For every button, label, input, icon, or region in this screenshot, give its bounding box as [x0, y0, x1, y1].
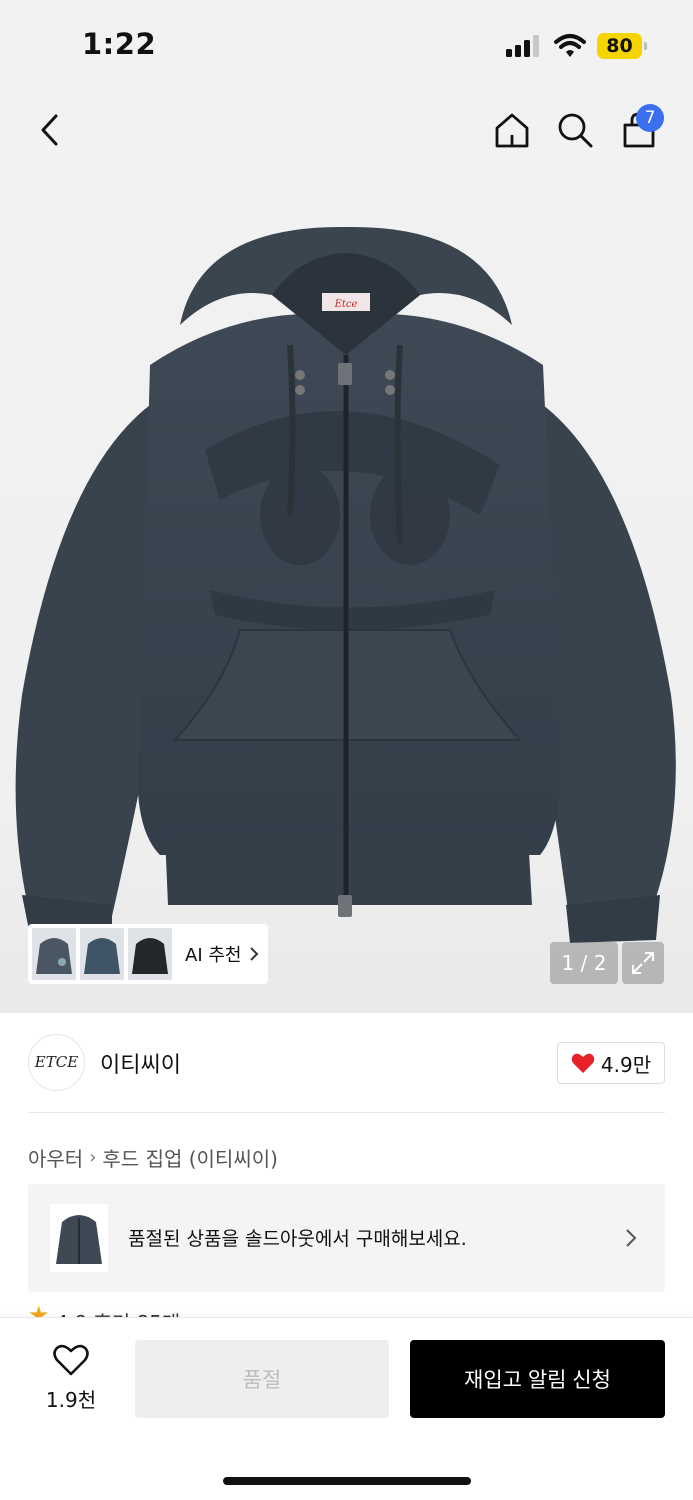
cart-count-badge: 7 [636, 104, 664, 132]
expand-icon [632, 952, 654, 974]
top-nav [0, 100, 693, 160]
brand-name[interactable]: 이티씨이 [100, 1047, 181, 1079]
home-icon [495, 113, 529, 148]
search-icon [558, 113, 593, 148]
ai-recommend-strip[interactable]: AI 추천 [28, 924, 268, 984]
signal-icon [506, 35, 542, 57]
breadcrumb-item[interactable]: 아우터 [28, 1143, 83, 1172]
battery-icon: 80 [597, 33, 647, 59]
ai-recommend-label: AI 추천 [185, 945, 242, 966]
status-time: 1:22 [82, 27, 157, 61]
wishlist-count: 1.9천 [45, 1388, 97, 1412]
soldout-banner[interactable]: 품절된 상품을 솔드아웃에서 구매해보세요. [28, 1184, 665, 1292]
heart-icon [53, 1344, 89, 1376]
wishlist-button[interactable]: 1.9천 [30, 1344, 112, 1414]
brand-like-button[interactable]: 4.9만 [557, 1042, 665, 1084]
chevron-right-icon [626, 1229, 637, 1247]
back-button[interactable] [28, 108, 72, 152]
heart-filled-icon [571, 1053, 595, 1073]
wifi-icon [554, 33, 586, 59]
home-indicator [223, 1477, 471, 1485]
status-bar: 1:22 80 [0, 0, 693, 90]
brand-logo[interactable]: ETCE [28, 1034, 85, 1091]
recommend-thumb[interactable] [80, 928, 124, 980]
chevron-left-icon [41, 114, 58, 146]
battery-level: 80 [597, 33, 642, 59]
svg-text:Etce: Etce [334, 299, 358, 310]
breadcrumb-item[interactable]: 후드 집업 (이티씨이) [102, 1143, 278, 1172]
recommend-thumb[interactable] [128, 928, 172, 980]
product-gallery[interactable]: 1:22 80 7 Etce AI 추천 1 / 2 [0, 0, 693, 1013]
page-indicator: 1 / 2 [550, 942, 618, 984]
brand-like-count: 4.9만 [600, 1052, 652, 1077]
search-button[interactable] [553, 108, 597, 152]
chevron-right-icon [250, 947, 259, 961]
soldout-banner-text: 품절된 상품을 솔드아웃에서 구매해보세요. [128, 1228, 467, 1250]
breadcrumb: 아우터 › 후드 집업 (이티씨이) [28, 1143, 278, 1172]
restock-alert-button[interactable]: 재입고 알림 신청 [410, 1340, 665, 1418]
bottom-action-bar: 1.9천 품절 재입고 알림 신청 [0, 1317, 693, 1500]
chevron-right-icon: › [89, 1147, 97, 1168]
home-button[interactable] [490, 108, 534, 152]
recommend-thumb[interactable] [32, 928, 76, 980]
soldout-button: 품절 [135, 1340, 389, 1418]
expand-button[interactable] [622, 942, 664, 984]
product-photo[interactable]: Etce [0, 215, 693, 955]
soldout-product-thumb [50, 1204, 108, 1272]
divider [28, 1112, 665, 1113]
brand-row[interactable]: ETCE 이티씨이 4.9만 [28, 1034, 665, 1092]
